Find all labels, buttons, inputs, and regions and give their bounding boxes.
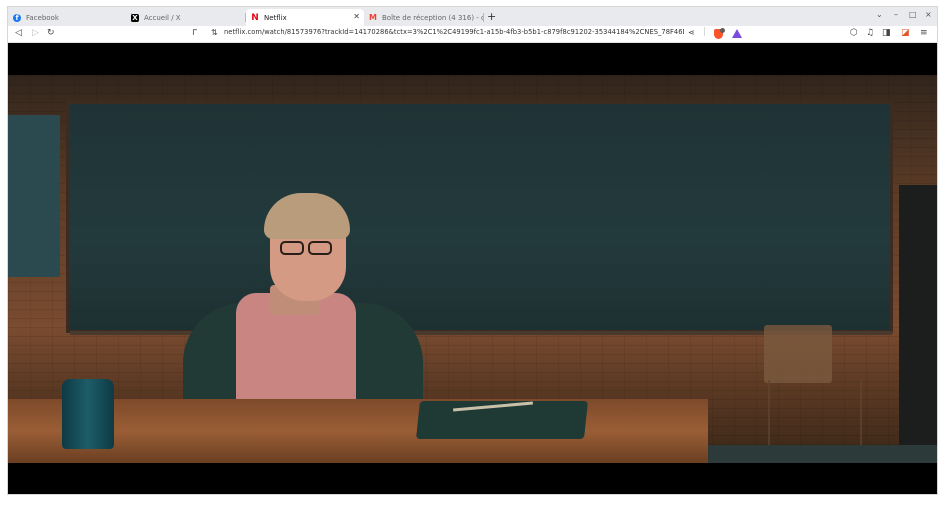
- x-logo-icon: X: [131, 13, 139, 22]
- menu-icon[interactable]: ≡: [920, 28, 928, 38]
- forward-icon[interactable]: ▷: [32, 28, 39, 38]
- shields-badge: [720, 28, 725, 33]
- tab-label: Facebook: [26, 13, 59, 22]
- sidebar-icon[interactable]: ◨: [882, 28, 891, 38]
- share-icon[interactable]: ⋖: [688, 28, 695, 37]
- glasses: [276, 241, 336, 257]
- teal-pencil-holder: [62, 379, 114, 449]
- video-frame: [8, 75, 937, 463]
- back-icon[interactable]: ◁: [15, 28, 22, 38]
- gmail-icon: M: [369, 13, 377, 22]
- side-board: [8, 115, 60, 277]
- tab-x[interactable]: X Accueil / X: [126, 9, 246, 26]
- tab-gmail[interactable]: M Boîte de réception (4 316) - obor…: [364, 9, 484, 26]
- floor: [708, 445, 937, 463]
- tab-list-chevron-icon[interactable]: ⌄: [876, 10, 883, 19]
- site-info-icon[interactable]: ⇅: [211, 28, 218, 37]
- minimize-button[interactable]: –: [894, 10, 898, 19]
- chalkboard: [66, 101, 893, 333]
- toolbar-divider: |: [703, 27, 707, 37]
- tab-label: Accueil / X: [144, 13, 181, 22]
- new-tab-button[interactable]: +: [487, 10, 496, 23]
- netflix-icon: N: [251, 12, 259, 23]
- tab-netflix[interactable]: N Netflix ✕: [246, 9, 364, 26]
- close-window-button[interactable]: ×: [925, 10, 932, 19]
- brave-rewards-icon[interactable]: [732, 29, 742, 38]
- tab-facebook[interactable]: f Facebook: [8, 9, 132, 26]
- maximize-button[interactable]: □: [909, 10, 917, 19]
- browser-toolbar: ◁ ▷ ↻ ⊓ ⇅ netflix.com/watch/81573976?tra…: [8, 26, 937, 43]
- wallet-icon[interactable]: ◪: [901, 28, 910, 38]
- address-bar[interactable]: ⇅ netflix.com/watch/81573976?trackId=141…: [197, 27, 744, 41]
- wooden-chair: [764, 325, 832, 383]
- tab-label: Boîte de réception (4 316) - obor…: [382, 13, 484, 22]
- tab-label: Netflix: [264, 13, 287, 22]
- facebook-icon: f: [13, 13, 21, 22]
- media-icon[interactable]: ♫: [866, 28, 874, 38]
- reload-icon[interactable]: ↻: [47, 28, 55, 38]
- dark-pillar: [899, 185, 937, 463]
- browser-window: f Facebook X Accueil / X N Netflix ✕ M B…: [7, 6, 938, 495]
- extensions-icon[interactable]: ⬡: [850, 28, 858, 38]
- close-tab-icon[interactable]: ✕: [353, 12, 360, 21]
- tab-strip: f Facebook X Accueil / X N Netflix ✕ M B…: [8, 7, 937, 26]
- url-text[interactable]: netflix.com/watch/81573976?trackId=14170…: [224, 28, 684, 36]
- video-player[interactable]: [8, 43, 937, 494]
